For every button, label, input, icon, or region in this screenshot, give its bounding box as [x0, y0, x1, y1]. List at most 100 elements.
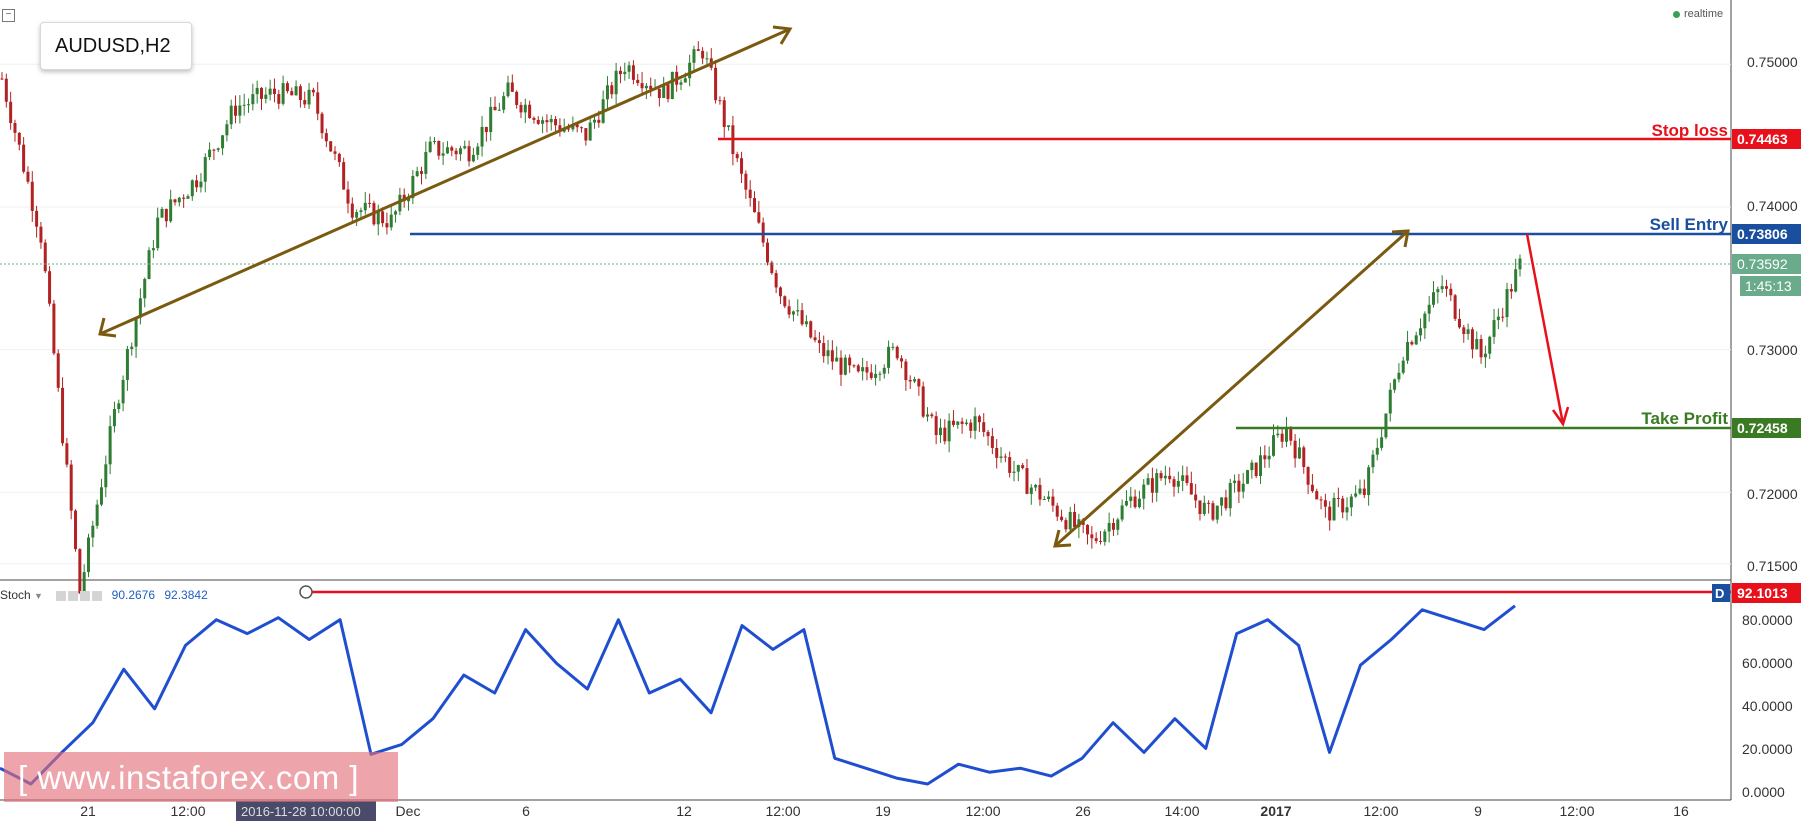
projection-arrow[interactable]	[1525, 233, 1570, 427]
candle-body	[930, 414, 934, 417]
time-label: 12:00	[765, 803, 800, 819]
stoch-tick-1: 60.0000	[1742, 655, 1793, 671]
candle-body	[900, 358, 904, 362]
take-profit-marker: 0.72458	[1732, 418, 1801, 438]
time-label: 12:00	[965, 803, 1000, 819]
watermark-text: [ www.instaforex.com ]	[18, 759, 360, 796]
close-icon[interactable]	[92, 590, 103, 601]
candle-body	[424, 151, 428, 174]
candle-body	[580, 127, 584, 129]
candle-body	[17, 132, 21, 145]
candle-body	[1423, 313, 1427, 329]
symbol-label[interactable]: AUDUSD,H2	[40, 22, 192, 70]
candle-body	[895, 346, 899, 359]
candle-body	[856, 365, 860, 372]
crosshair-time-label: 2016-11-28 10:00:00	[236, 801, 376, 821]
candle-body	[203, 157, 207, 182]
candle-body	[714, 67, 718, 101]
candle-body	[99, 487, 103, 505]
candle-body	[1496, 316, 1500, 321]
candle-body	[298, 86, 302, 101]
candle-body	[934, 416, 938, 436]
stop-loss-marker: 0.74463	[1732, 129, 1801, 149]
candle-body	[1462, 327, 1466, 335]
candle-body	[584, 128, 588, 141]
candle-body	[78, 549, 82, 594]
candle-body	[394, 211, 398, 215]
candle-body	[497, 109, 501, 111]
candle-body	[445, 147, 449, 154]
candle-body	[1453, 295, 1457, 319]
candle-body	[104, 464, 108, 488]
candle-body	[554, 118, 558, 126]
stoch-level-handle[interactable]	[299, 585, 313, 599]
chevron-down-icon[interactable]: ▼	[34, 591, 43, 601]
candle-body	[861, 367, 865, 372]
candle-body	[177, 197, 181, 203]
candle-body	[506, 82, 510, 97]
candle-body	[134, 317, 138, 347]
candle-body	[908, 380, 912, 382]
candle-body	[268, 88, 272, 95]
candle-body	[1055, 505, 1059, 517]
candle-body	[1220, 497, 1224, 506]
candle-body	[320, 113, 324, 134]
candle-body	[1103, 531, 1107, 542]
candle-body	[130, 346, 134, 349]
candle-body	[1137, 498, 1141, 508]
stoch-legend[interactable]: Stoch ▼ 90.2676 92.3842	[0, 588, 208, 602]
candle-body	[1432, 292, 1436, 305]
candle-body	[285, 83, 289, 92]
candle-body	[1133, 496, 1137, 508]
plus-icon[interactable]	[80, 590, 91, 601]
candle-body	[722, 100, 726, 128]
candle-body	[1142, 484, 1146, 499]
candle-body	[1479, 338, 1483, 358]
stoch-tick-4: 0.0000	[1742, 784, 1785, 800]
watermark: [ www.instaforex.com ]	[4, 752, 398, 802]
candle-body	[1207, 502, 1211, 504]
candle-body	[1509, 289, 1513, 292]
candle-body	[272, 88, 276, 95]
candle-body	[696, 49, 700, 51]
price-tick-1: 0.74000	[1747, 198, 1798, 214]
candle-body	[333, 151, 337, 154]
candle-body	[1129, 496, 1133, 501]
candle-body	[921, 386, 925, 417]
candle-body	[35, 210, 39, 227]
collapse-icon[interactable]: −	[2, 9, 15, 22]
candle-body	[1159, 473, 1163, 479]
candle-body	[1336, 498, 1340, 500]
candle-body	[48, 271, 52, 304]
candle-body	[1228, 483, 1232, 509]
candle-body	[13, 123, 17, 133]
candle-body	[1194, 494, 1198, 501]
candle-body	[1358, 488, 1362, 494]
price-tick-3: 0.72000	[1747, 486, 1798, 502]
candle-body	[86, 537, 90, 573]
chart-area[interactable]: Stop loss Sell Entry Take Profit 0.75000…	[0, 0, 1804, 821]
candle-body	[294, 86, 298, 96]
svg-text:0.73806: 0.73806	[1737, 226, 1788, 242]
svg-text:0.73592: 0.73592	[1737, 256, 1788, 272]
price-chart[interactable]: Stop loss Sell Entry Take Profit 0.75000…	[0, 0, 1804, 821]
candle-body	[493, 106, 497, 111]
time-label: 2017	[1260, 803, 1291, 819]
candle-body	[839, 357, 843, 375]
candle-body	[480, 126, 484, 147]
settings-icon[interactable]	[56, 590, 67, 601]
candle-body	[121, 379, 125, 404]
time-label: 9	[1474, 803, 1482, 819]
candles	[0, 41, 1522, 601]
candle-body	[1406, 341, 1410, 361]
candle-body	[1254, 462, 1258, 477]
candle-body	[1475, 338, 1479, 350]
candle-body	[1483, 353, 1487, 358]
trend-arrow-1[interactable]	[98, 25, 793, 338]
candle-body	[147, 250, 151, 280]
candle-body	[791, 311, 795, 315]
candle-body	[247, 104, 251, 106]
candle-body	[774, 273, 778, 288]
eye-icon[interactable]	[68, 590, 79, 601]
candle-body	[826, 350, 830, 357]
